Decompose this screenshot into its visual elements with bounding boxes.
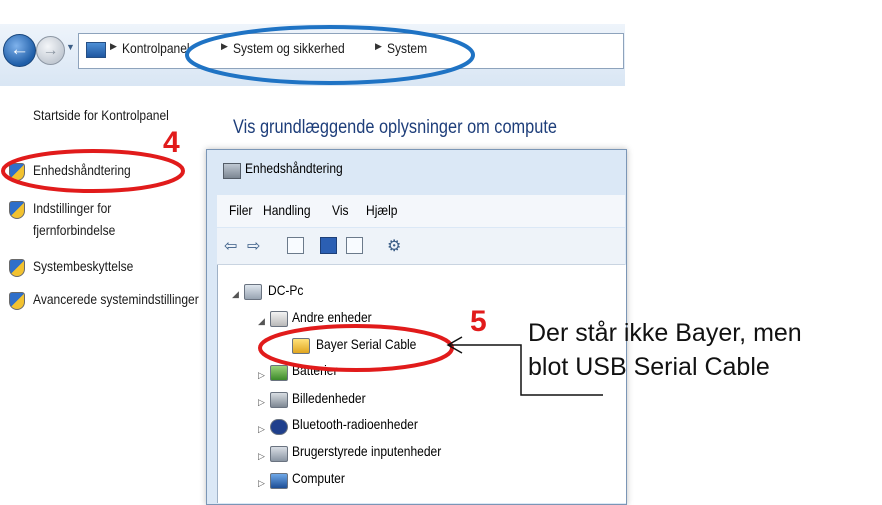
enhedshaandtering-highlight-ellipse bbox=[1, 149, 185, 193]
annotation-note-line1: Der står ikke Bayer, men bbox=[528, 319, 802, 347]
bayer-cable-highlight-ellipse bbox=[258, 324, 454, 372]
annotation-note: Der står ikke Bayer, men blot USB Serial… bbox=[528, 316, 802, 384]
breadcrumb-highlight-ellipse bbox=[185, 25, 475, 85]
annotation-note-line2: blot USB Serial Cable bbox=[528, 353, 770, 381]
step-4-label: 4 bbox=[163, 126, 180, 159]
step-5-label: 5 bbox=[470, 305, 487, 338]
annotation-overlay bbox=[1, 25, 603, 396]
